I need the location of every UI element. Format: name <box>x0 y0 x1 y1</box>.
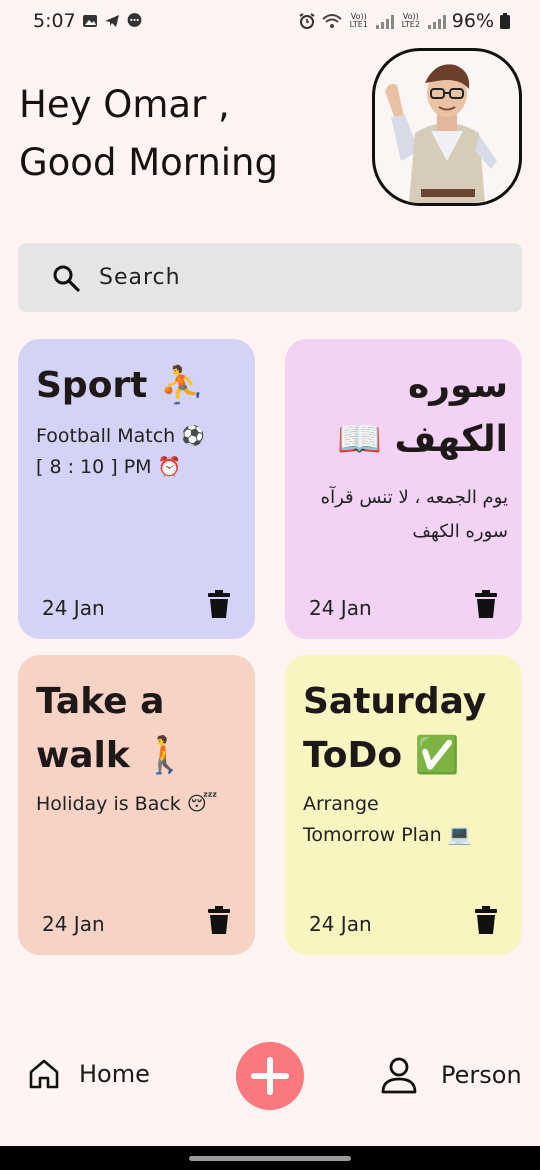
signal-strength-icon <box>427 13 446 29</box>
gesture-navigation-bar <box>0 1146 540 1170</box>
nav-person[interactable]: Person <box>379 1055 522 1095</box>
alarm-icon <box>299 13 315 29</box>
note-card[interactable]: Sport ⛹ Football Match ⚽ [ 8 : 10 ] PM ⏰… <box>18 339 255 639</box>
chat-icon <box>127 13 142 27</box>
status-bar: 5:07 Vo)) LTE1 Vo)) LTE2 96% <box>0 0 540 44</box>
greeting-time-of-day: Good Morning <box>19 141 278 184</box>
note-card[interactable]: Saturday ToDo ✅ Arrange Tomorrow Plan 💻 … <box>285 655 522 955</box>
nav-home[interactable]: Home <box>27 1057 150 1091</box>
trash-icon[interactable] <box>208 590 230 618</box>
avatar-illustration <box>385 64 497 203</box>
status-time: 5:07 <box>33 10 76 32</box>
note-title: Saturday ToDo ✅ <box>303 681 487 776</box>
note-body: Football Match ⚽ [ 8 : 10 ] PM ⏰ <box>36 421 241 483</box>
note-title: سوره الكهف 📖 <box>337 365 508 460</box>
wifi-icon <box>322 14 342 28</box>
sim1-label: Vo)) LTE1 <box>349 12 368 29</box>
profile-avatar[interactable] <box>372 48 522 206</box>
plus-icon-stroke <box>267 1057 273 1095</box>
note-body-line: Tomorrow Plan 💻 <box>303 824 472 846</box>
notification-icons <box>82 12 143 29</box>
gallery-icon <box>83 14 97 27</box>
note-title: Take a walk 🚶 <box>36 681 188 776</box>
note-body-line: [ 8 : 10 ] PM ⏰ <box>36 456 182 478</box>
note-body: Holiday is Back 😴 <box>36 789 241 820</box>
greeting: Hey Omar , Good Morning <box>19 76 278 192</box>
note-body: يوم الجمعه ، لا تنس قرآه سوره الكهف <box>303 481 508 549</box>
note-body: Arrange Tomorrow Plan 💻 <box>303 789 508 851</box>
note-body-line: يوم الجمعه ، لا تنس قرآه <box>320 487 508 508</box>
greeting-name: Hey Omar , <box>19 83 230 126</box>
home-icon <box>29 1059 59 1089</box>
note-date: 24 Jan <box>309 596 372 620</box>
signal-strength-icon <box>375 13 394 29</box>
search-bar[interactable] <box>18 243 522 312</box>
trash-icon[interactable] <box>475 590 497 618</box>
notes-home-screen: 5:07 Vo)) LTE1 Vo)) LTE2 96% Hey Omar , … <box>0 0 540 1170</box>
note-card[interactable]: سوره الكهف 📖 يوم الجمعه ، لا تنس قرآه سو… <box>285 339 522 639</box>
nav-person-label: Person <box>441 1061 522 1089</box>
note-body-line: Holiday is Back 😴 <box>36 793 218 815</box>
trash-icon[interactable] <box>208 906 230 934</box>
note-date: 24 Jan <box>309 912 372 936</box>
person-icon <box>381 1057 417 1094</box>
telegram-icon <box>105 14 119 27</box>
note-body-line: سوره الكهف <box>412 521 508 542</box>
note-date: 24 Jan <box>42 596 105 620</box>
trash-icon[interactable] <box>475 906 497 934</box>
note-date: 24 Jan <box>42 912 105 936</box>
search-icon <box>53 265 80 292</box>
note-title: Sport ⛹ <box>36 365 205 406</box>
note-body-line: Arrange <box>303 793 379 815</box>
nav-home-label: Home <box>79 1060 150 1088</box>
battery-percent: 96% <box>451 10 494 32</box>
note-card[interactable]: Take a walk 🚶 Holiday is Back 😴 24 Jan <box>18 655 255 955</box>
home-gesture-handle[interactable] <box>189 1156 351 1161</box>
search-input[interactable] <box>99 257 489 297</box>
add-note-button[interactable] <box>236 1042 304 1110</box>
note-body-line: Football Match ⚽ <box>36 425 205 447</box>
battery-icon <box>500 13 510 29</box>
sim2-label: Vo)) LTE2 <box>401 12 420 29</box>
system-icons: Vo)) LTE1 Vo)) LTE2 96% <box>298 10 510 32</box>
